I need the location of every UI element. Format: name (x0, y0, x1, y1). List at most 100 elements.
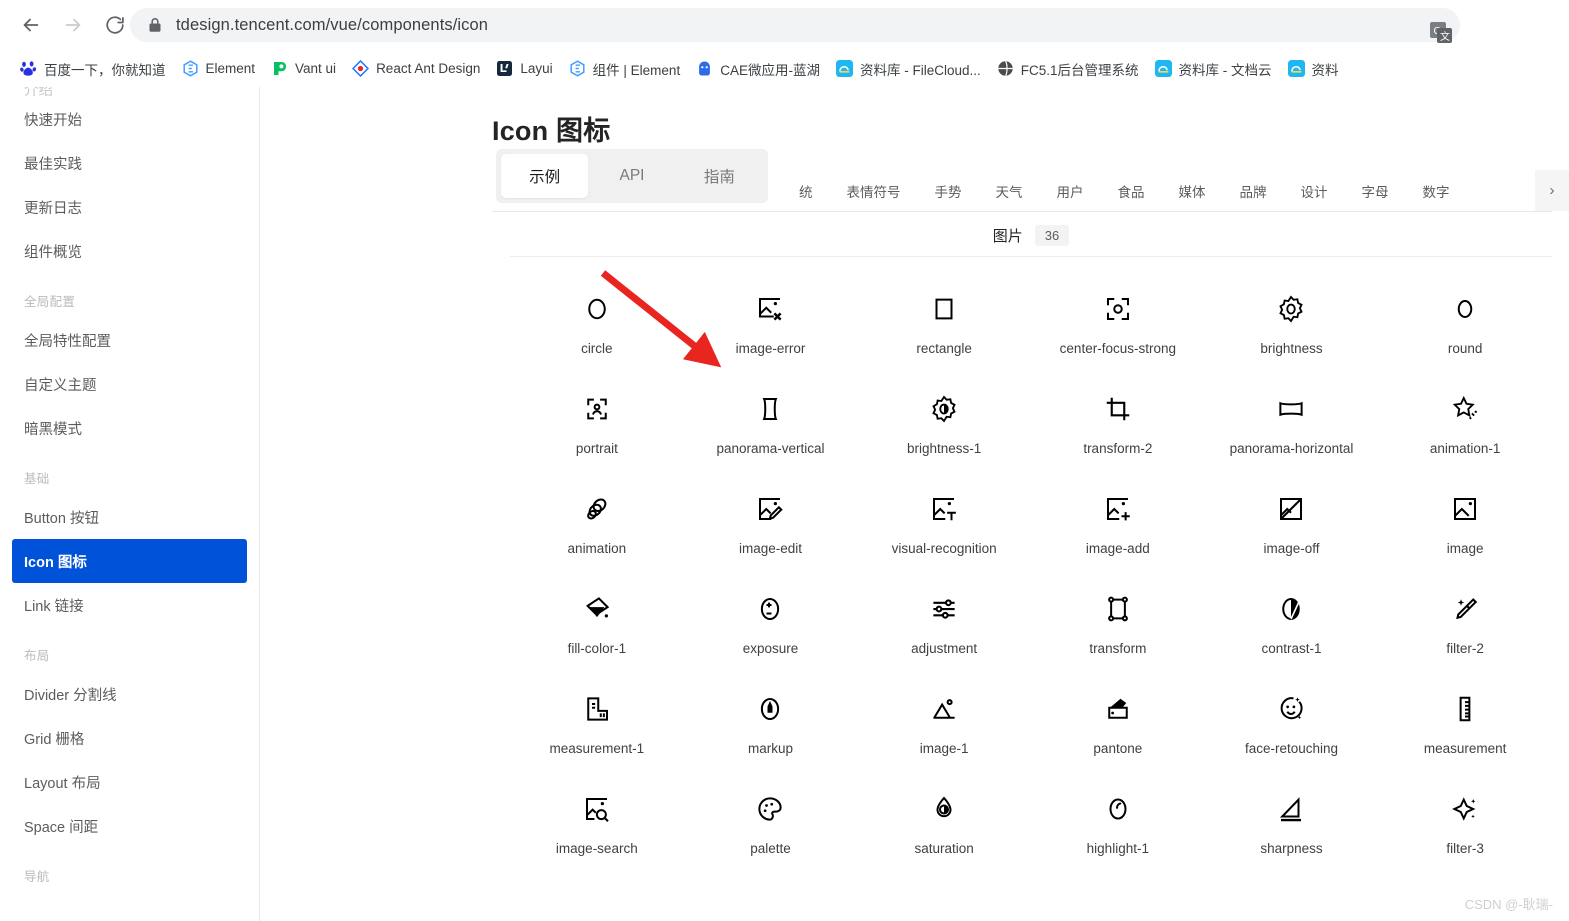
tab-api[interactable]: API (588, 154, 675, 198)
sidebar-item-custom-theme[interactable]: 自定义主题 (0, 362, 247, 406)
icon-cell[interactable]: center-focus-strong (1031, 279, 1205, 379)
icon-cell[interactable]: exposure (684, 579, 858, 679)
icon-name: image (1446, 541, 1484, 556)
tab-example[interactable]: 示例 (501, 154, 589, 198)
icon-cell[interactable]: adjustment (857, 579, 1031, 679)
icon-cell[interactable]: circle (510, 279, 684, 379)
sidebar-item-global-config[interactable]: 全局特性配置 (0, 318, 247, 362)
bookmark-item[interactable]: 资料库 - FileCloud... (828, 55, 989, 83)
sidebar-item-overview[interactable]: 组件概览 (0, 229, 247, 273)
sidebar-item-grid[interactable]: Grid 栅格 (0, 716, 247, 760)
bookmark-item[interactable]: CAE微应用-蓝湖 (688, 55, 828, 83)
icon-cell[interactable]: visual-recognition (857, 479, 1031, 579)
icon-cell[interactable]: pantone (1031, 679, 1205, 779)
bookmark-item[interactable]: React Ant Design (344, 55, 488, 83)
sidebar-item-changelog[interactable]: 更新日志 (0, 185, 247, 229)
icon-name: visual-recognition (891, 541, 997, 556)
category-tab[interactable]: 数字 (1406, 170, 1467, 211)
category-tab[interactable]: 手势 (918, 170, 979, 211)
icon-cell[interactable]: measurement (1378, 679, 1552, 779)
sidebar-item-button[interactable]: Button 按钮 (0, 495, 247, 539)
circle-icon (581, 293, 613, 325)
sidebar-item-layout[interactable]: Layout 布局 (0, 760, 247, 804)
icon-cell[interactable]: image-add (1031, 479, 1205, 579)
sidebar-cut-label: 介绍 (24, 87, 53, 97)
bookmark-item[interactable]: 资料 (1280, 55, 1347, 83)
sidebar-item-label: Button 按钮 (24, 510, 99, 527)
icon-cell[interactable]: filter-2 (1378, 579, 1552, 679)
category-tab[interactable]: 品牌 (1223, 170, 1284, 211)
element-favicon-icon (182, 60, 199, 77)
sidebar-item-icon[interactable]: Icon 图标 (12, 539, 247, 583)
icon-cell[interactable]: round (1378, 279, 1552, 379)
category-tab[interactable]: 统 (782, 170, 830, 211)
bookmark-item[interactable]: 资料库 - 文档云 (1147, 55, 1280, 83)
category-tab[interactable]: 用户 (1040, 170, 1101, 211)
bookmark-label: React Ant Design (376, 61, 481, 76)
bookmark-item[interactable]: 组件 | Element (561, 55, 689, 83)
icon-cell[interactable]: brightness (1205, 279, 1379, 379)
sidebar-item-dark-mode[interactable]: 暗黑模式 (0, 406, 247, 450)
sidebar-item-label: Icon 图标 (24, 554, 87, 571)
sidebar-item-space[interactable]: Space 间距 (0, 804, 247, 848)
sidebar-item-bestpractice[interactable]: 最佳实践 (0, 141, 247, 185)
icon-cell[interactable]: face-retouching (1205, 679, 1379, 779)
sidebar-item-divider[interactable]: Divider 分割线 (0, 672, 247, 716)
address-bar[interactable]: tdesign.tencent.com/vue/components/icon … (130, 8, 1460, 43)
icon-cell[interactable]: measurement-1 (510, 679, 684, 779)
lanhu-favicon-icon (696, 60, 713, 77)
category-tab[interactable]: 字母 (1345, 170, 1406, 211)
forward-button[interactable] (56, 8, 90, 42)
back-button[interactable] (14, 8, 48, 42)
icon-cell[interactable]: animation (510, 479, 684, 579)
icon-name: markup (747, 741, 793, 756)
highlight-1-icon (1102, 793, 1134, 825)
bookmark-label: 组件 | Element (592, 62, 681, 78)
tab-guide[interactable]: 指南 (676, 154, 763, 198)
icon-cell[interactable]: markup (684, 679, 858, 779)
icon-cell[interactable]: portrait (510, 379, 684, 479)
url-text: tdesign.tencent.com/vue/components/icon (176, 15, 489, 34)
watermark: CSDN @-耿瑞- (1464, 897, 1553, 912)
sidebar-item-quickstart[interactable]: 快速开始 (0, 97, 247, 141)
transform-icon (1102, 593, 1134, 625)
icon-cell[interactable]: fill-color-1 (510, 579, 684, 679)
icon-cell[interactable]: image-edit (684, 479, 858, 579)
chevron-right-icon[interactable]: › (1535, 170, 1569, 211)
reload-button[interactable] (98, 8, 132, 42)
icon-cell[interactable]: image-error (684, 279, 858, 379)
translate-icon[interactable]: G 文 (1428, 20, 1454, 46)
icon-cell[interactable]: filter-3 (1378, 779, 1552, 879)
bookmark-item[interactable]: Layui (488, 55, 560, 83)
icon-section-count: 36 (1034, 225, 1070, 246)
icon-cell[interactable]: animation-1 (1378, 379, 1552, 479)
icon-cell[interactable]: saturation (857, 779, 1031, 879)
category-tab[interactable]: 媒体 (1162, 170, 1223, 211)
bookmark-item[interactable]: Element (174, 55, 264, 83)
icon-cell[interactable]: image-off (1205, 479, 1379, 579)
category-tab[interactable]: 设计 (1284, 170, 1345, 211)
bookmark-item[interactable]: FC5.1后台管理系统 (989, 55, 1147, 83)
icon-cell[interactable]: transform-2 (1031, 379, 1205, 479)
icon-cell[interactable]: transform (1031, 579, 1205, 679)
icon-cell[interactable]: rectangle (857, 279, 1031, 379)
icon-cell[interactable]: panorama-horizontal (1205, 379, 1379, 479)
bookmark-item[interactable]: 百度一下，你就知道 (12, 55, 174, 83)
icon-cell[interactable]: contrast-1 (1205, 579, 1379, 679)
antdesign-favicon-icon (352, 60, 370, 77)
icon-cell[interactable]: image-1 (857, 679, 1031, 779)
icon-cell[interactable]: image (1378, 479, 1552, 579)
bookmark-item[interactable]: Vant ui (263, 55, 344, 83)
icon-cell[interactable]: palette (684, 779, 858, 879)
category-tab[interactable]: 食品 (1101, 170, 1162, 211)
icon-cell[interactable]: sharpness (1205, 779, 1379, 879)
sidebar-item-link[interactable]: Link 链接 (0, 583, 247, 627)
sharpness-icon (1275, 793, 1307, 825)
icon-cell[interactable]: image-search (510, 779, 684, 879)
center-focus-strong-icon (1102, 293, 1134, 325)
icon-cell[interactable]: brightness-1 (857, 379, 1031, 479)
icon-cell[interactable]: highlight-1 (1031, 779, 1205, 879)
icon-cell[interactable]: panorama-vertical (684, 379, 858, 479)
category-tab[interactable]: 表情符号 (830, 170, 918, 211)
category-tab[interactable]: 天气 (979, 170, 1040, 211)
